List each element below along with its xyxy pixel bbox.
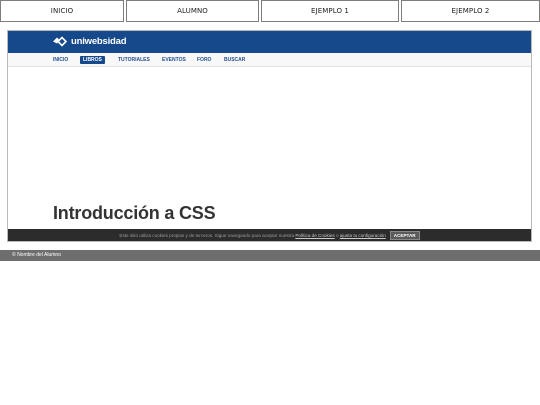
cookie-connector: o bbox=[335, 232, 339, 238]
tab-alumno[interactable]: ALUMNO bbox=[126, 0, 259, 22]
footer-text: © Nombre del Alumno bbox=[12, 252, 61, 258]
top-nav: INICIO ALUMNO EJEMPLO 1 EJEMPLO 2 bbox=[0, 0, 540, 24]
tab-ejemplo-2[interactable]: EJEMPLO 2 bbox=[401, 0, 540, 22]
accept-cookies-button[interactable]: ACEPTAR bbox=[389, 230, 420, 240]
tab-ejemplo-1[interactable]: EJEMPLO 1 bbox=[261, 0, 399, 22]
site-nav-inicio[interactable]: INICIO bbox=[53, 56, 68, 64]
logo-text: uniwebsidad bbox=[71, 36, 127, 47]
logo-icon bbox=[53, 36, 67, 47]
site-nav-buscar[interactable]: BUSCAR bbox=[224, 56, 245, 64]
tab-inicio[interactable]: INICIO bbox=[0, 0, 124, 22]
cookie-text: Este sitio utiliza cookies propias y de … bbox=[119, 233, 385, 238]
footer: © Nombre del Alumno bbox=[0, 250, 540, 261]
embedded-page-frame[interactable]: uniwebsidad INICIO LIBROS TUTORIALES EVE… bbox=[7, 30, 532, 242]
site-nav-libros[interactable]: LIBROS bbox=[80, 56, 105, 64]
site-nav-foro[interactable]: FORO bbox=[197, 56, 211, 64]
site-nav-eventos[interactable]: EVENTOS bbox=[162, 56, 186, 64]
site-nav-tutoriales[interactable]: TUTORIALES bbox=[118, 56, 150, 64]
cookie-banner: Este sitio utiliza cookies propias y de … bbox=[8, 229, 531, 241]
site-header: uniwebsidad bbox=[8, 31, 531, 53]
cookie-config-link[interactable]: ajusta tu configuración bbox=[340, 233, 386, 238]
cookie-message: Este sitio utiliza cookies propias y de … bbox=[119, 232, 295, 238]
page-title: Introducción a CSS bbox=[53, 203, 216, 223]
site-nav: INICIO LIBROS TUTORIALES EVENTOS FORO BU… bbox=[8, 53, 531, 67]
cookie-policy-link[interactable]: Política de Cookies bbox=[295, 233, 334, 238]
site-logo[interactable]: uniwebsidad bbox=[53, 36, 127, 47]
